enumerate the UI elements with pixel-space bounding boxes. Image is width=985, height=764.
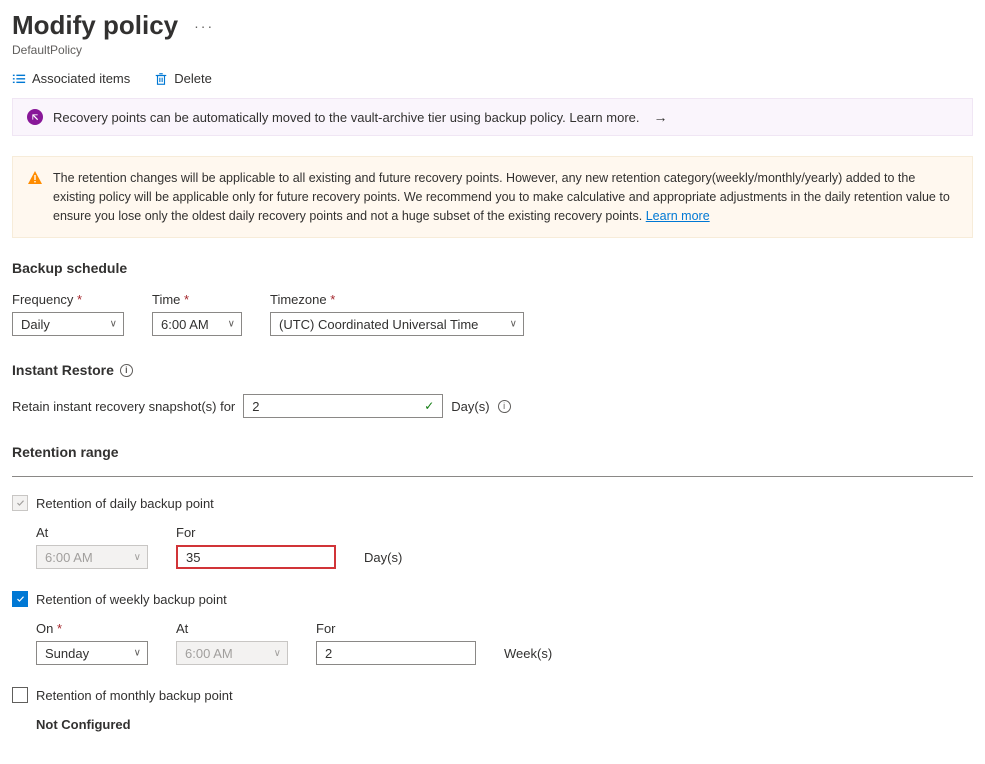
daily-retention-label: Retention of daily backup point	[36, 496, 214, 511]
chevron-down-icon: ∨	[274, 648, 281, 659]
daily-for-label: For	[176, 525, 336, 540]
backup-schedule-fields: Frequency Daily ∨ Time 6:00 AM ∨ Timezon…	[12, 292, 973, 336]
page-subtitle: DefaultPolicy	[12, 43, 973, 57]
associated-items-button[interactable]: Associated items	[12, 71, 130, 86]
monthly-not-configured: Not Configured	[36, 717, 973, 732]
daily-retention-block: Retention of daily backup point At 6:00 …	[12, 495, 973, 569]
instant-restore-unit: Day(s)	[451, 399, 489, 414]
weekly-for-label: For	[316, 621, 476, 636]
retention-warning-text: The retention changes will be applicable…	[53, 169, 958, 225]
chevron-down-icon: ∨	[110, 319, 117, 330]
chevron-down-icon: ∨	[228, 319, 235, 330]
list-icon	[12, 72, 26, 86]
learn-more-link[interactable]: Learn more	[646, 209, 710, 223]
time-label: Time	[152, 292, 242, 307]
frequency-label: Frequency	[12, 292, 124, 307]
archive-icon	[27, 109, 43, 125]
divider	[12, 476, 973, 477]
trash-icon	[154, 72, 168, 86]
weekly-at-label: At	[176, 621, 288, 636]
monthly-retention-block: Retention of monthly backup point Not Co…	[12, 687, 973, 732]
archive-info-banner: Recovery points can be automatically mov…	[12, 98, 973, 136]
weekly-on-dropdown[interactable]: Sunday ∨	[36, 641, 148, 665]
weekly-retention-block: Retention of weekly backup point On Sund…	[12, 591, 973, 665]
arrow-right-icon[interactable]: →	[654, 109, 668, 125]
toolbar: Associated items Delete	[12, 71, 973, 86]
weekly-for-input[interactable]: 2	[316, 641, 476, 665]
daily-retention-checkbox	[12, 495, 28, 511]
weekly-at-dropdown: 6:00 AM ∨	[176, 641, 288, 665]
timezone-dropdown[interactable]: (UTC) Coordinated Universal Time ∨	[270, 312, 524, 336]
instant-restore-row: Retain instant recovery snapshot(s) for …	[12, 394, 973, 418]
monthly-retention-label: Retention of monthly backup point	[36, 688, 233, 703]
instant-restore-label: Retain instant recovery snapshot(s) for	[12, 399, 235, 414]
daily-unit: Day(s)	[364, 550, 402, 569]
instant-restore-heading: Instant Restore i	[12, 362, 973, 378]
monthly-retention-checkbox[interactable]	[12, 687, 28, 703]
backup-schedule-heading: Backup schedule	[12, 260, 973, 276]
frequency-dropdown[interactable]: Daily ∨	[12, 312, 124, 336]
page-title: Modify policy	[12, 10, 178, 41]
weekly-on-label: On	[36, 621, 148, 636]
info-icon[interactable]: i	[120, 364, 133, 377]
weekly-retention-checkbox[interactable]	[12, 591, 28, 607]
timezone-label: Timezone	[270, 292, 524, 307]
daily-for-input[interactable]: 35	[176, 545, 336, 569]
delete-label: Delete	[174, 71, 212, 86]
weekly-retention-label: Retention of weekly backup point	[36, 592, 227, 607]
time-dropdown[interactable]: 6:00 AM ∨	[152, 312, 242, 336]
retention-range-heading: Retention range	[12, 444, 973, 460]
daily-at-dropdown: 6:00 AM ∨	[36, 545, 148, 569]
chevron-down-icon: ∨	[510, 319, 517, 330]
info-icon[interactable]: i	[498, 400, 511, 413]
chevron-down-icon: ∨	[134, 552, 141, 563]
chevron-down-icon: ∨	[134, 648, 141, 659]
instant-restore-input[interactable]: 2 ✓	[243, 394, 443, 418]
daily-at-label: At	[36, 525, 148, 540]
warning-icon	[27, 170, 43, 186]
retention-warning-banner: The retention changes will be applicable…	[12, 156, 973, 238]
archive-info-text: Recovery points can be automatically mov…	[53, 110, 640, 125]
delete-button[interactable]: Delete	[154, 71, 212, 86]
more-icon[interactable]: ···	[194, 18, 214, 34]
weekly-unit: Week(s)	[504, 646, 552, 665]
checkmark-icon: ✓	[424, 399, 434, 413]
associated-items-label: Associated items	[32, 71, 130, 86]
